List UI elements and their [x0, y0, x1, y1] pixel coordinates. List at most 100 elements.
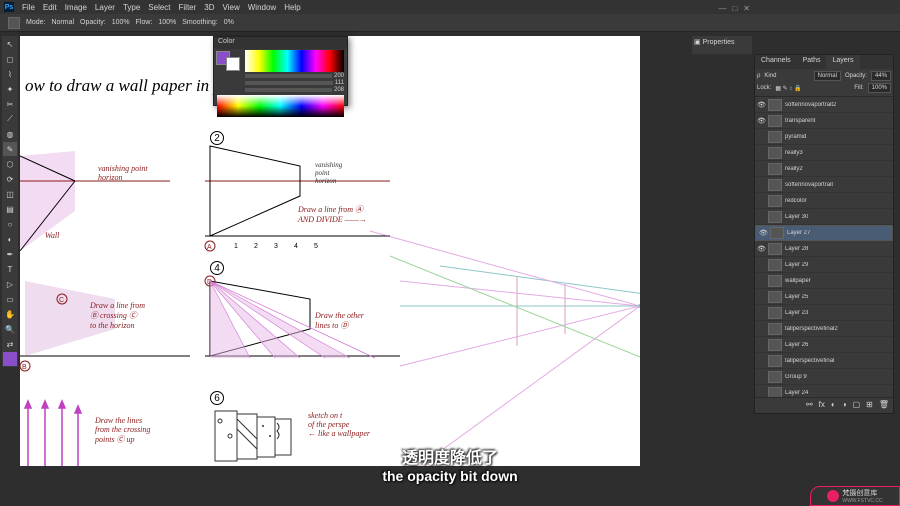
layer-list[interactable]: 👁softennovaportrait2👁transparentpyramidr… — [755, 97, 893, 397]
gradient-tool-icon[interactable]: ▤ — [3, 202, 17, 216]
window-maximize-icon[interactable]: □ — [732, 4, 737, 13]
heal-tool-icon[interactable]: ◍ — [3, 127, 17, 141]
menu-view[interactable]: View — [223, 3, 240, 12]
svg-text:2: 2 — [254, 243, 258, 250]
smoothing-value[interactable]: 0% — [224, 19, 234, 26]
fill-input[interactable]: 100% — [868, 83, 891, 93]
history-tool-icon[interactable]: ⟳ — [3, 172, 17, 186]
layer-opacity-label: Opacity: — [845, 73, 867, 79]
crop-tool-icon[interactable]: ✂ — [3, 97, 17, 111]
tab-channels[interactable]: Channels — [755, 55, 797, 69]
window-close-icon[interactable]: ✕ — [743, 4, 750, 13]
brush-tool-icon[interactable]: ✎ — [3, 142, 17, 156]
menu-file[interactable]: File — [22, 3, 35, 12]
flow-value[interactable]: 100% — [158, 19, 176, 26]
menu-3d[interactable]: 3D — [204, 3, 214, 12]
eraser-tool-icon[interactable]: ◫ — [3, 187, 17, 201]
window-minimize-icon[interactable]: — — [718, 4, 726, 13]
tab-paths[interactable]: Paths — [797, 55, 827, 69]
background-color-swatch[interactable] — [226, 57, 240, 71]
layer-row[interactable]: Group 9 — [755, 369, 893, 385]
tab-layers[interactable]: Layers — [826, 55, 859, 69]
color-panel[interactable]: Color 200 111 208 — [213, 36, 348, 106]
lock-icons[interactable]: ▦ ✎ ↕ 🔒 — [775, 85, 801, 92]
layer-row[interactable]: redcolor — [755, 193, 893, 209]
shape-tool-icon[interactable]: ▭ — [3, 292, 17, 306]
layer-row[interactable]: Layer 25 — [755, 289, 893, 305]
layer-row[interactable]: tallperspectivefinal — [755, 353, 893, 369]
svg-text:A: A — [207, 244, 212, 251]
stamp-tool-icon[interactable]: ⬡ — [3, 157, 17, 171]
mask-icon[interactable]: ◐ — [831, 400, 836, 411]
adjustment-icon[interactable]: ◑ — [842, 400, 847, 411]
properties-panel[interactable]: ▣ Properties — [692, 36, 752, 54]
zoom-tool-icon[interactable]: 🔍 — [3, 322, 17, 336]
text-tool-icon[interactable]: T — [3, 262, 17, 276]
layer-row[interactable]: Layer 26 — [755, 337, 893, 353]
foreground-swatch[interactable] — [3, 352, 17, 366]
color-slider-2[interactable] — [245, 81, 333, 85]
delete-layer-icon[interactable]: 🗑 — [879, 400, 889, 411]
menu-select[interactable]: Select — [148, 3, 170, 12]
wand-tool-icon[interactable]: ✦ — [3, 82, 17, 96]
blend-select[interactable]: Normal — [814, 71, 841, 81]
hand-tool-icon[interactable]: ✋ — [3, 307, 17, 321]
layer-name: Layer 26 — [785, 342, 891, 348]
visibility-icon[interactable]: 👁 — [759, 229, 767, 237]
new-layer-icon[interactable]: ⊞ — [866, 400, 873, 411]
path-tool-icon[interactable]: ▷ — [3, 277, 17, 291]
layer-row[interactable]: 👁softennovaportrait2 — [755, 97, 893, 113]
toolbar: ↖ ◻ ⌇ ✦ ✂ ⟋ ◍ ✎ ⬡ ⟳ ◫ ▤ ○ ◐ ✒ T ▷ ▭ ✋ 🔍 … — [2, 36, 18, 367]
menu-help[interactable]: Help — [284, 3, 300, 12]
lasso-tool-icon[interactable]: ⌇ — [3, 67, 17, 81]
menu-type[interactable]: Type — [123, 3, 140, 12]
layer-row[interactable]: Layer 24 — [755, 385, 893, 397]
hue-spectrum[interactable] — [245, 50, 344, 72]
layer-row[interactable]: 👁Layer 28 — [755, 241, 893, 257]
color-slider-1[interactable] — [245, 74, 332, 78]
link-layers-icon[interactable]: ⚯ — [806, 400, 813, 411]
note-step6b: sketch on t of the perspe ← like a wallp… — [308, 411, 370, 438]
properties-label: Properties — [703, 39, 735, 46]
layer-opacity-input[interactable]: 44% — [871, 71, 891, 81]
swap-color-icon[interactable]: ⇄ — [3, 337, 17, 351]
layer-row[interactable]: Layer 23 — [755, 305, 893, 321]
app-logo: Ps — [4, 2, 14, 12]
visibility-icon[interactable]: 👁 — [757, 101, 765, 109]
layer-row[interactable]: really2 — [755, 161, 893, 177]
fx-icon[interactable]: fx — [819, 400, 825, 411]
marquee-tool-icon[interactable]: ◻ — [3, 52, 17, 66]
layer-row[interactable]: Layer 30 — [755, 209, 893, 225]
brush-preset-icon[interactable] — [8, 17, 20, 29]
layer-row[interactable]: tallperspectivefinal2 — [755, 321, 893, 337]
move-tool-icon[interactable]: ↖ — [3, 37, 17, 51]
layer-thumbnail — [768, 243, 782, 255]
eyedropper-tool-icon[interactable]: ⟋ — [3, 112, 17, 126]
menu-window[interactable]: Window — [248, 3, 276, 12]
layer-row[interactable]: wallpaper — [755, 273, 893, 289]
menu-edit[interactable]: Edit — [43, 3, 57, 12]
layer-row[interactable]: really3 — [755, 145, 893, 161]
menu-layer[interactable]: Layer — [95, 3, 115, 12]
layer-row[interactable]: 👁Layer 27 — [755, 225, 893, 241]
step-number-2: 2 — [210, 131, 224, 145]
group-icon[interactable]: ▢ — [853, 400, 861, 411]
visibility-icon[interactable]: 👁 — [757, 117, 765, 125]
layer-row[interactable]: pyramid — [755, 129, 893, 145]
pen-tool-icon[interactable]: ✒ — [3, 247, 17, 261]
layer-thumbnail — [768, 99, 782, 111]
dodge-tool-icon[interactable]: ◐ — [3, 232, 17, 246]
color-picker-area[interactable] — [217, 95, 344, 117]
layer-thumbnail — [768, 131, 782, 143]
menu-image[interactable]: Image — [65, 3, 87, 12]
layer-row[interactable]: softennovaportrait — [755, 177, 893, 193]
color-slider-3[interactable] — [245, 88, 332, 92]
opacity-value[interactable]: 100% — [112, 19, 130, 26]
menu-filter[interactable]: Filter — [179, 3, 197, 12]
layer-row[interactable]: 👁transparent — [755, 113, 893, 129]
blur-tool-icon[interactable]: ○ — [3, 217, 17, 231]
mode-select[interactable]: Normal — [51, 19, 74, 26]
slider-val-3: 208 — [334, 87, 344, 93]
visibility-icon[interactable]: 👁 — [757, 245, 765, 253]
layer-row[interactable]: Layer 29 — [755, 257, 893, 273]
